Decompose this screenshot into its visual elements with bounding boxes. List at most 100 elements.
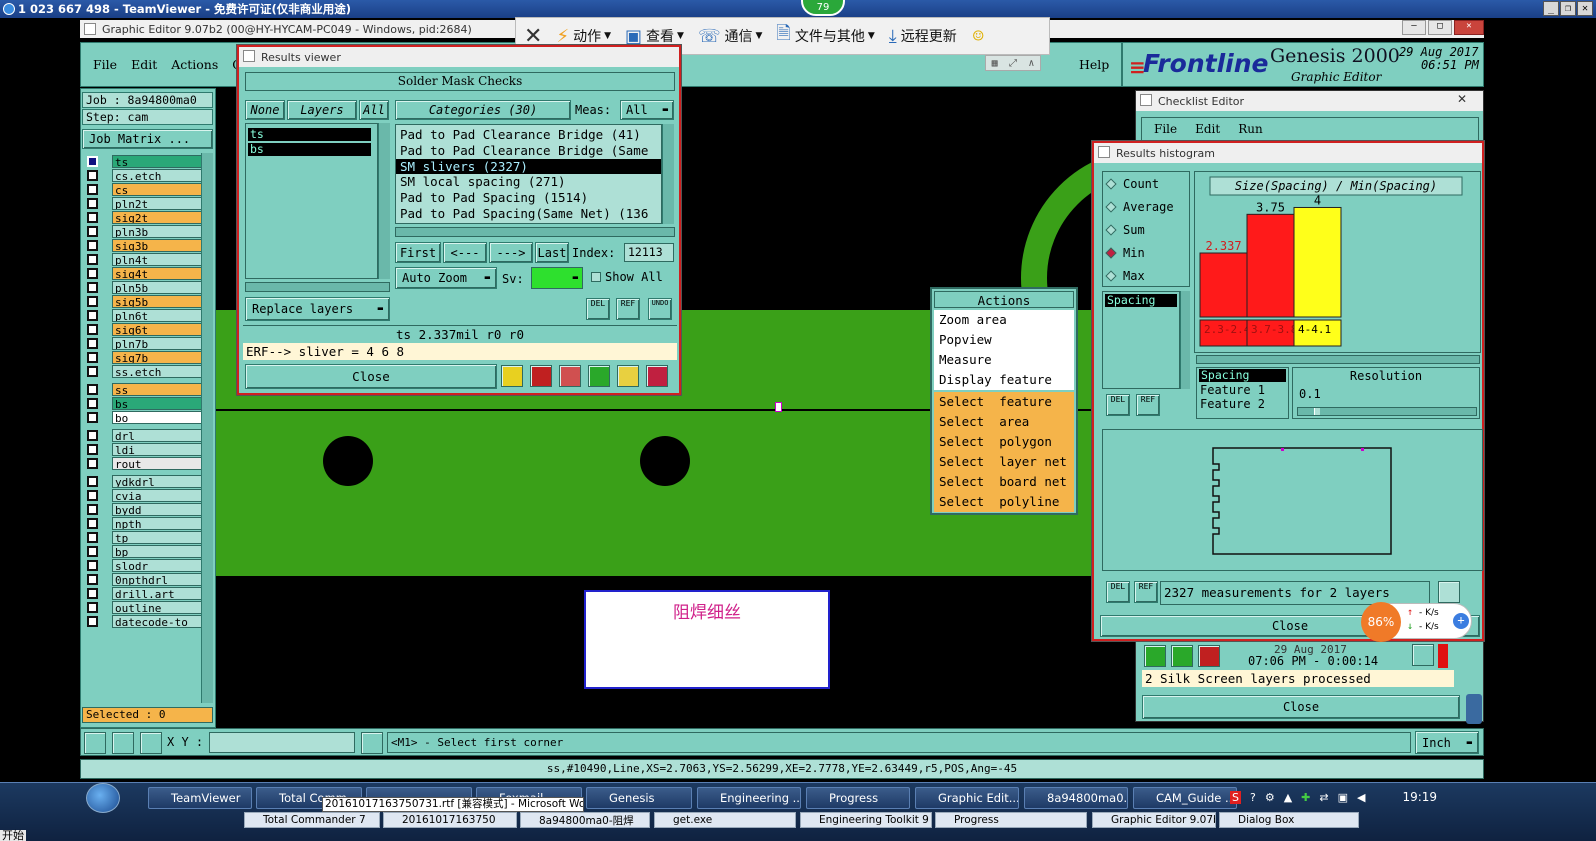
select-tool-icon[interactable] — [84, 732, 106, 754]
layer-checkbox[interactable] — [87, 211, 98, 223]
close-icon[interactable]: ✕ — [1577, 1, 1593, 16]
histogram-mode-option[interactable]: Sum — [1103, 218, 1189, 241]
volume-icon[interactable]: ◀ — [1357, 791, 1365, 804]
layer-name[interactable]: sig4t — [112, 266, 213, 280]
histogram-mode-option[interactable]: Max — [1103, 264, 1189, 287]
layer-result-hscroll[interactable] — [245, 282, 390, 292]
layer-checkbox[interactable] — [87, 517, 98, 529]
measure-tool-icon[interactable] — [112, 732, 134, 754]
layer-name[interactable]: ts — [112, 154, 213, 168]
categories-button[interactable]: Categories (30) — [395, 100, 571, 120]
layer-row[interactable]: ydkdrl — [85, 474, 213, 488]
layer-row[interactable]: drill.art — [85, 586, 213, 600]
hist-ref-button-2[interactable]: REF — [1134, 581, 1158, 603]
layer-name[interactable]: sig6t — [112, 322, 213, 336]
layer-checkbox[interactable] — [87, 365, 98, 377]
histogram-icon[interactable] — [646, 365, 668, 387]
layer-name[interactable]: pln6t — [112, 308, 213, 322]
info-icon[interactable] — [361, 732, 383, 754]
histogram-mode-option[interactable]: Count — [1103, 172, 1189, 195]
close-icon[interactable]: ✕ — [1457, 92, 1467, 106]
layer-name[interactable]: sig2t — [112, 210, 213, 224]
all-layers-button[interactable]: All — [359, 100, 389, 120]
last-button[interactable]: Last — [535, 242, 569, 263]
layer-row[interactable]: bydd — [85, 502, 213, 516]
del-button[interactable]: DEL — [586, 298, 610, 320]
layer-row[interactable]: sig3b — [85, 238, 213, 252]
layer-row[interactable]: bp — [85, 544, 213, 558]
result-layer-ts[interactable]: ts — [248, 128, 371, 141]
layer-row[interactable]: outline — [85, 600, 213, 614]
chart-hscroll[interactable] — [1196, 355, 1480, 364]
layer-checkbox[interactable] — [87, 615, 98, 627]
gear-icon[interactable]: ⚙ — [1265, 791, 1275, 804]
layer-checkbox[interactable] — [87, 267, 98, 279]
taskbar-button[interactable]: get.exe — [654, 812, 796, 828]
layer-name[interactable]: pln3b — [112, 224, 213, 238]
layer-row[interactable]: slodr — [85, 558, 213, 572]
teamviewer-tray-icon[interactable]: ⇄ — [1319, 791, 1328, 804]
layer-name[interactable]: 0npthdrl — [112, 572, 213, 586]
menu-edit[interactable]: Edit — [131, 57, 157, 72]
layer-name[interactable]: outline — [112, 600, 213, 614]
layer-checkbox[interactable] — [87, 323, 98, 335]
layer-name[interactable]: sig7b — [112, 350, 213, 364]
menu-actions[interactable]: Actions — [171, 57, 218, 72]
histogram-mode-option[interactable]: Average — [1103, 195, 1189, 218]
monitor-tray-icon[interactable]: ▣ — [1338, 791, 1348, 804]
layer-name[interactable]: pln5b — [112, 280, 213, 294]
layer-name[interactable]: bp — [112, 544, 213, 558]
layer-checkbox[interactable] — [87, 559, 98, 571]
layer-name[interactable]: drl — [112, 428, 213, 442]
layer-row[interactable]: sig5b — [85, 294, 213, 308]
actions-menu-item[interactable]: Select polygon — [934, 432, 1074, 452]
chart-icon[interactable] — [1438, 581, 1460, 603]
layer-checkbox[interactable] — [87, 383, 98, 395]
unit-dropdown[interactable]: Inch ▬ — [1415, 731, 1479, 754]
layer-row[interactable]: pln6t — [85, 308, 213, 322]
actions-menu-item[interactable]: Select feature — [934, 392, 1074, 412]
layer-row[interactable]: pln5b — [85, 280, 213, 294]
layer-name[interactable]: sig3b — [112, 238, 213, 252]
layer-row[interactable]: bo — [85, 410, 213, 424]
hist-ref-button[interactable]: REF — [1136, 394, 1160, 416]
replace-layers-dropdown[interactable]: Replace layers ▬ — [245, 297, 390, 321]
highlight-icon[interactable] — [501, 365, 523, 387]
layer-row[interactable]: rout — [85, 456, 213, 470]
layer-row[interactable]: ss.etch — [85, 364, 213, 378]
result-layer-bs[interactable]: bs — [248, 143, 371, 156]
layer-name[interactable]: bs — [112, 396, 213, 410]
layer-name[interactable]: bydd — [112, 502, 213, 516]
toolbar-view[interactable]: ▣ 查看 ▼ — [625, 26, 684, 47]
next-button[interactable]: ---> — [489, 242, 533, 263]
cross-icon[interactable] — [559, 365, 581, 387]
start-button[interactable] — [86, 783, 120, 813]
meas-dropdown[interactable]: All ▬ — [620, 100, 674, 120]
checklist-close-button[interactable]: Close — [1142, 695, 1460, 719]
network-tray-icon[interactable]: ✚ — [1301, 791, 1310, 804]
minimize-icon[interactable]: — — [1402, 20, 1426, 35]
layer-row[interactable]: pln3b — [85, 224, 213, 238]
layer-name[interactable]: ydkdrl — [112, 474, 213, 488]
sliver-marker[interactable] — [775, 402, 782, 412]
taskbar-button[interactable]: CAM_Guide ... — [1133, 787, 1237, 809]
actions-menu-item[interactable]: Select polyline — [934, 492, 1074, 512]
category-item[interactable]: SM slivers (2327) — [396, 158, 661, 175]
layer-checkbox[interactable] — [87, 253, 98, 265]
layer-name[interactable]: tp — [112, 530, 213, 544]
layer-checkbox[interactable] — [87, 169, 98, 181]
index-input[interactable]: 12113 — [624, 243, 674, 262]
layer-checkbox[interactable] — [87, 587, 98, 599]
actions-menu-item[interactable]: Select layer net — [934, 452, 1074, 472]
actions-menu-item[interactable]: Select board net — [934, 472, 1074, 492]
close-icon[interactable]: ✕ — [1454, 20, 1484, 35]
taskbar-button[interactable]: Dialog Box — [1219, 812, 1359, 828]
actions-menu-item[interactable]: Display feature — [934, 370, 1074, 390]
menu-file[interactable]: File — [93, 57, 117, 72]
slider-thumb[interactable] — [1314, 408, 1320, 415]
checklist-menu-run[interactable]: Run — [1238, 122, 1263, 136]
taskbar-button[interactable]: Engineering ... — [697, 787, 801, 809]
category-item[interactable]: SM local spacing (271) — [396, 174, 661, 190]
resolution-slider[interactable] — [1297, 407, 1477, 416]
layer-row[interactable]: npth — [85, 516, 213, 530]
